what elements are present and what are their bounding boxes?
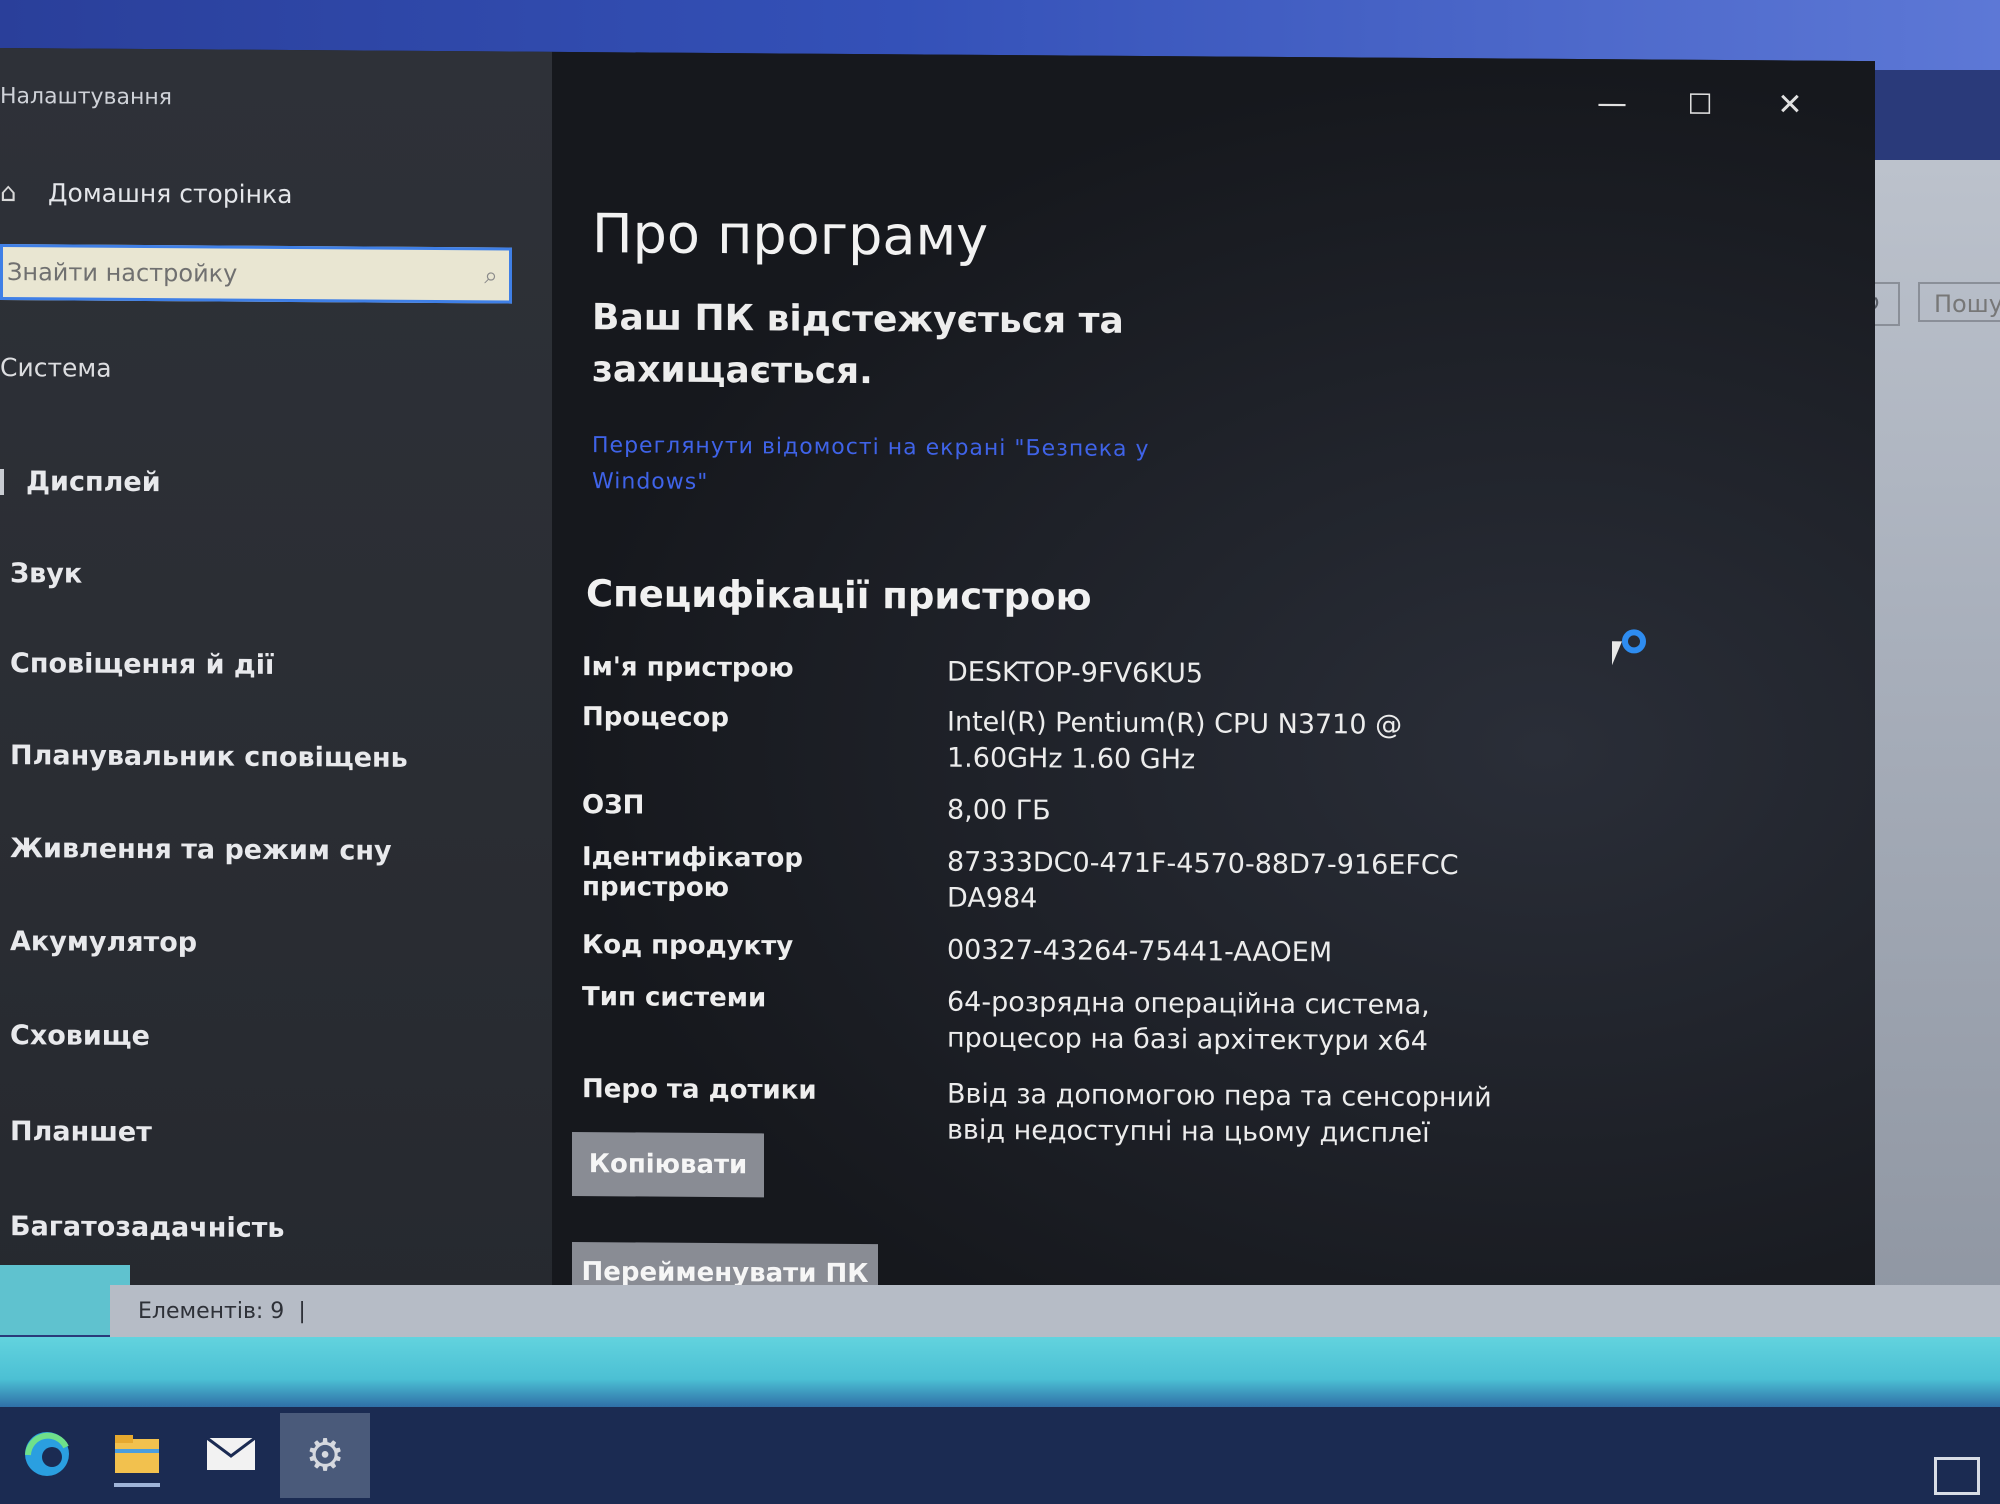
sidebar-item-tablet[interactable]: Планшет [10, 1116, 152, 1148]
sidebar-item-storage[interactable]: Сховище [10, 1020, 150, 1052]
page-title: Про програму [592, 202, 989, 268]
app-title: Налаштування [0, 84, 172, 111]
sidebar-section-label: Система [0, 353, 112, 383]
spec-value: Ввід за допомогою пера та сенсорний ввід… [947, 1078, 1492, 1149]
search-input[interactable] [3, 257, 473, 291]
pointer-arrow [1612, 641, 1622, 666]
selection-indicator [0, 468, 4, 495]
device-specs-heading: Специфікації пристрою [586, 572, 1092, 619]
status-divider: | [298, 1298, 306, 1324]
spec-value: 00327-43264-75441-AAOEM [947, 934, 1333, 969]
settings-icon[interactable]: ⚙ [280, 1413, 370, 1498]
background-search-box[interactable]: Пошу [1918, 282, 2000, 322]
items-count: Елементів: 9 [138, 1298, 285, 1324]
close-button[interactable]: ✕ [1755, 80, 1825, 130]
maximize-button[interactable]: ☐ [1665, 80, 1735, 130]
sidebar-item-focus-assist[interactable]: Планувальник сповіщень [10, 740, 408, 774]
edge-icon[interactable] [12, 1419, 82, 1489]
folder-glyph [115, 1435, 159, 1473]
spec-value: 64-розрядна операційна система, процесор… [947, 986, 1430, 1057]
search-settings-box[interactable]: ⌕ [0, 244, 512, 304]
gear-icon: ⚙ [305, 1430, 345, 1481]
home-label: Домашня сторінка [48, 178, 293, 210]
busy-ring [1622, 629, 1646, 654]
minimize-button[interactable]: — [1577, 79, 1647, 129]
sidebar-item-notifications[interactable]: Сповіщення й дії [10, 648, 274, 681]
sidebar-item-label: Акумулятор [10, 926, 198, 959]
sidebar-item-label: Сховище [10, 1020, 150, 1053]
desktop-band [0, 1337, 2000, 1407]
explorer-status-bar: Елементів: 9 | [110, 1285, 2000, 1337]
about-page: — ☐ ✕ Про програму Ваш ПК відстежується … [552, 51, 1875, 1317]
taskbar: ⚙ [0, 1407, 2000, 1504]
search-icon[interactable]: ⌕ [473, 261, 509, 289]
spec-row-device-name: Ім'я пристрою DESKTOP-9FV6KU5 [582, 652, 1582, 695]
sidebar-item-label: Багатозадачність [10, 1211, 285, 1244]
protection-status: Ваш ПК відстежується та захищається. [592, 297, 1124, 393]
settings-window: Налаштування ⌂ Домашня сторінка ⌕ Систем… [0, 48, 1875, 1317]
spec-key: Код продукту [582, 930, 794, 962]
spec-row-product-id: Код продукту 00327-43264-75441-AAOEM [582, 930, 1582, 973]
sidebar-item-battery[interactable]: Акумулятор [10, 926, 197, 958]
spec-key: Ім'я пристрою [582, 652, 794, 684]
home-icon: ⌂ [0, 177, 17, 208]
sidebar-item-label: Звук [10, 558, 83, 590]
sidebar-item-label: Живлення та режим сну [10, 833, 392, 867]
home-link[interactable]: ⌂ Домашня сторінка [0, 177, 293, 210]
spec-value: Intel(R) Pentium(R) CPU N3710 @ 1.60GHz … [947, 706, 1403, 776]
spec-row-ram: ОЗП 8,00 ГБ [582, 790, 1582, 833]
spec-key: Процесор [582, 702, 730, 734]
sidebar-item-multitasking[interactable]: Багатозадачність [10, 1211, 284, 1244]
sidebar-item-label: Планувальник сповіщень [10, 740, 408, 774]
copy-button[interactable]: Копіювати [572, 1131, 764, 1198]
spec-row-device-id: Ідентифікатор пристрою 87333DC0-471F-457… [582, 842, 1582, 921]
spec-value: 87333DC0-471F-4570-88D7-916EFCCDA984 [947, 846, 1459, 915]
spec-key: Ідентифікатор пристрою [582, 842, 803, 904]
sidebar-item-sound[interactable]: Звук [10, 558, 82, 590]
envelope-glyph [206, 1436, 256, 1470]
spec-row-processor: Процесор Intel(R) Pentium(R) CPU N3710 @… [582, 702, 1582, 781]
spec-key: ОЗП [582, 790, 645, 821]
sidebar-item-label: Дисплей [26, 466, 161, 499]
sidebar: Налаштування ⌂ Домашня сторінка ⌕ Систем… [0, 48, 552, 1307]
edge-glyph [25, 1432, 69, 1476]
sidebar-item-display[interactable]: Дисплей [0, 466, 161, 498]
spec-key: Тип системи [582, 982, 767, 1014]
mail-icon[interactable] [196, 1419, 266, 1489]
sidebar-item-power-sleep[interactable]: Живлення та режим сну [10, 833, 392, 867]
windows-security-link[interactable]: Переглянути відомості на екрані "Безпека… [592, 428, 1192, 504]
busy-cursor-icon [1612, 629, 1646, 666]
spec-value: 8,00 ГБ [947, 794, 1051, 827]
news-icon[interactable] [1934, 1457, 1980, 1495]
file-explorer-icon[interactable] [102, 1419, 172, 1489]
spec-row-system-type: Тип системи 64-розрядна операційна систе… [582, 982, 1582, 1061]
spec-value: DESKTOP-9FV6KU5 [947, 656, 1204, 690]
running-indicator [114, 1483, 160, 1487]
sidebar-item-label: Сповіщення й дії [10, 648, 275, 681]
sidebar-item-label: Планшет [10, 1116, 152, 1149]
